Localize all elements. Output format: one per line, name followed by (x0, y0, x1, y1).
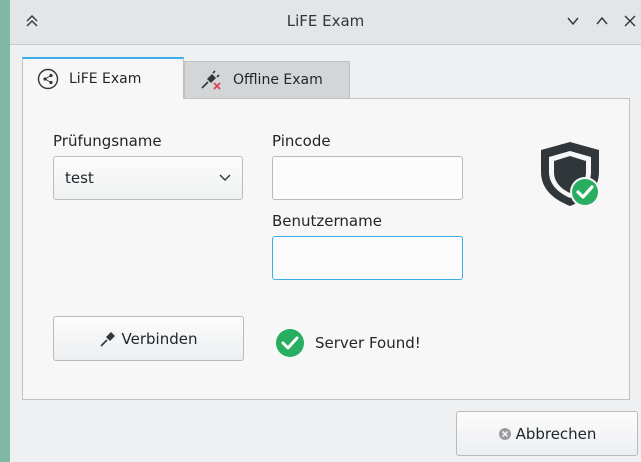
server-status-text: Server Found! (315, 334, 421, 352)
connect-button[interactable]: Verbinden (53, 316, 244, 361)
disconnected-plug-icon (201, 70, 221, 90)
cancel-button[interactable]: Abbrechen (456, 411, 638, 456)
shield-check-icon (541, 142, 600, 207)
plug-icon (99, 331, 115, 347)
check-circle-icon (276, 329, 304, 357)
tab-offline-exam[interactable]: Offline Exam (184, 61, 350, 98)
tab-life-exam-label: LiFE Exam (69, 71, 142, 87)
pincode-label: Pincode (272, 132, 331, 150)
username-input[interactable] (272, 236, 463, 280)
maximize-button[interactable] (591, 10, 613, 32)
cancel-circle-icon (498, 427, 511, 440)
dialog-window: LiFE Exam LiFE Exam Offline Exam Prüfung… (10, 0, 641, 462)
share-network-icon (37, 68, 59, 90)
server-status: Server Found! (275, 328, 421, 358)
cancel-button-label: Abbrechen (515, 424, 597, 443)
close-icon (624, 15, 636, 27)
window-title: LiFE Exam (286, 12, 365, 30)
close-button[interactable] (619, 10, 641, 32)
tab-panel: Prüfungsname test Pincode Benutzername V… (22, 98, 630, 400)
titlebar[interactable]: LiFE Exam (10, 0, 641, 45)
username-label: Benutzername (272, 212, 382, 230)
chevron-down-icon (567, 17, 579, 26)
connect-button-label: Verbinden (121, 329, 198, 348)
chevron-down-icon (219, 174, 231, 181)
exam-name-value: test (65, 169, 94, 187)
chevron-up-icon (596, 16, 608, 25)
minimize-button[interactable] (562, 10, 584, 32)
exam-name-label: Prüfungsname (53, 132, 162, 150)
exam-name-combobox[interactable]: test (53, 156, 243, 200)
tab-life-exam[interactable]: LiFE Exam (22, 57, 184, 99)
pincode-input[interactable] (272, 156, 463, 200)
tab-offline-exam-label: Offline Exam (233, 72, 323, 88)
